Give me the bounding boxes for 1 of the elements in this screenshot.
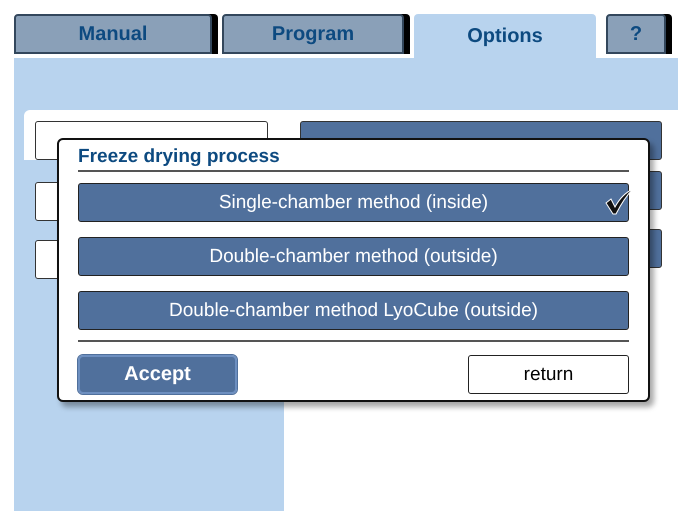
dialog-title: Freeze drying process [78, 146, 629, 172]
